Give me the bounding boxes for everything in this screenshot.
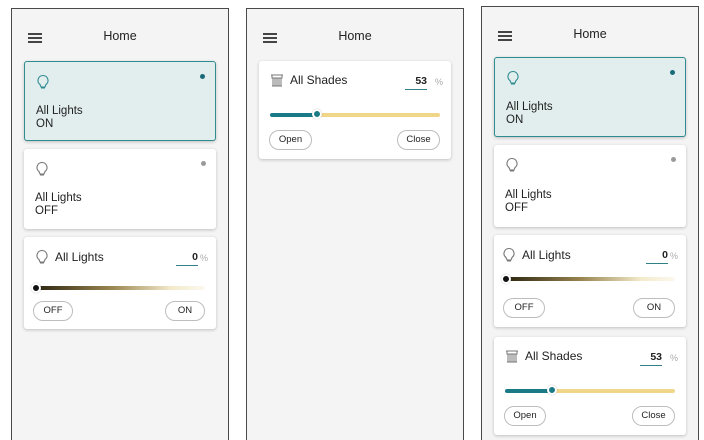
all-shades-card: All Shades 53 % Open Close [494,337,686,435]
lightbulb-icon [506,157,518,172]
all-lights-on-card[interactable]: All Lights ON [24,61,216,141]
app-header: Home [247,9,463,59]
shades-title: All Shades [505,349,582,363]
shades-open-button[interactable]: Open [269,130,312,150]
shades-title: All Shades [270,73,347,87]
status-dot-on [200,74,205,79]
status-dot-off [671,157,676,162]
card-title: All Lights [506,101,553,113]
shades-label: All Shades [525,349,583,363]
dimmer-title: All Lights [35,249,104,265]
shades-slider-track[interactable] [270,113,440,117]
shades-value-input[interactable]: 53 [405,75,427,90]
lightbulb-icon [37,74,49,89]
shades-slider-track[interactable] [505,389,675,393]
lights-off-button[interactable]: OFF [503,298,545,318]
dimmer-label: All Lights [522,248,571,262]
page-title: Home [338,29,372,43]
percent-unit: % [199,253,208,263]
card-status: OFF [35,205,58,217]
page-title: Home [103,29,137,43]
lightbulb-icon [503,247,515,262]
phone-screen-1: Home All Lights ON All Lights OFF All Li… [11,8,229,440]
lights-on-button[interactable]: ON [165,301,205,321]
all-shades-card: All Shades 53 % Open Close [259,61,451,159]
status-dot-on [670,70,675,75]
shades-close-button[interactable]: Close [632,406,675,426]
shades-slider-knob[interactable] [547,385,557,395]
shades-slider-knob[interactable] [312,109,322,119]
dimmer-value-input[interactable]: 0 [646,249,668,264]
card-title: All Lights [35,192,82,204]
dimmer-slider-track[interactable] [505,277,675,281]
all-lights-off-card[interactable]: All Lights OFF [494,145,686,227]
shades-icon [506,350,518,363]
card-title: All Lights [36,105,83,117]
lightbulb-icon [36,161,48,176]
dimmer-title: All Lights [502,247,571,263]
all-lights-on-card[interactable]: All Lights ON [494,57,686,137]
shades-label: All Shades [290,73,348,87]
card-status: ON [36,118,54,130]
phone-screen-3: Home All Lights ON All Lights OFF All Li… [481,6,699,440]
lightbulb-icon [507,70,519,85]
app-header: Home [482,7,698,57]
card-status: ON [506,114,524,126]
all-lights-dimmer-card: All Lights 0 % OFF ON [24,237,216,329]
dimmer-label: All Lights [55,250,104,264]
percent-unit: % [434,77,443,87]
phone-screen-2: Home All Shades 53 % Open Close [246,8,464,440]
dimmer-value-input[interactable]: 0 [176,251,198,266]
shades-open-button[interactable]: Open [504,406,546,426]
status-dot-off [201,161,206,166]
dimmer-slider-knob[interactable] [501,274,511,284]
app-header: Home [12,9,228,59]
all-lights-off-card[interactable]: All Lights OFF [24,149,216,229]
shades-icon [271,74,283,87]
shades-close-button[interactable]: Close [397,130,440,150]
shades-value-input[interactable]: 53 [640,351,662,366]
card-title: All Lights [505,189,552,201]
percent-unit: % [669,251,678,261]
page-title: Home [573,27,607,41]
lightbulb-icon [36,249,48,264]
dimmer-slider-knob[interactable] [31,283,41,293]
all-lights-dimmer-card: All Lights 0 % OFF ON [494,235,686,327]
dimmer-slider-track[interactable] [35,286,205,290]
percent-unit: % [669,353,678,363]
lights-on-button[interactable]: ON [633,298,675,318]
card-status: OFF [505,202,528,214]
lights-off-button[interactable]: OFF [33,301,73,321]
